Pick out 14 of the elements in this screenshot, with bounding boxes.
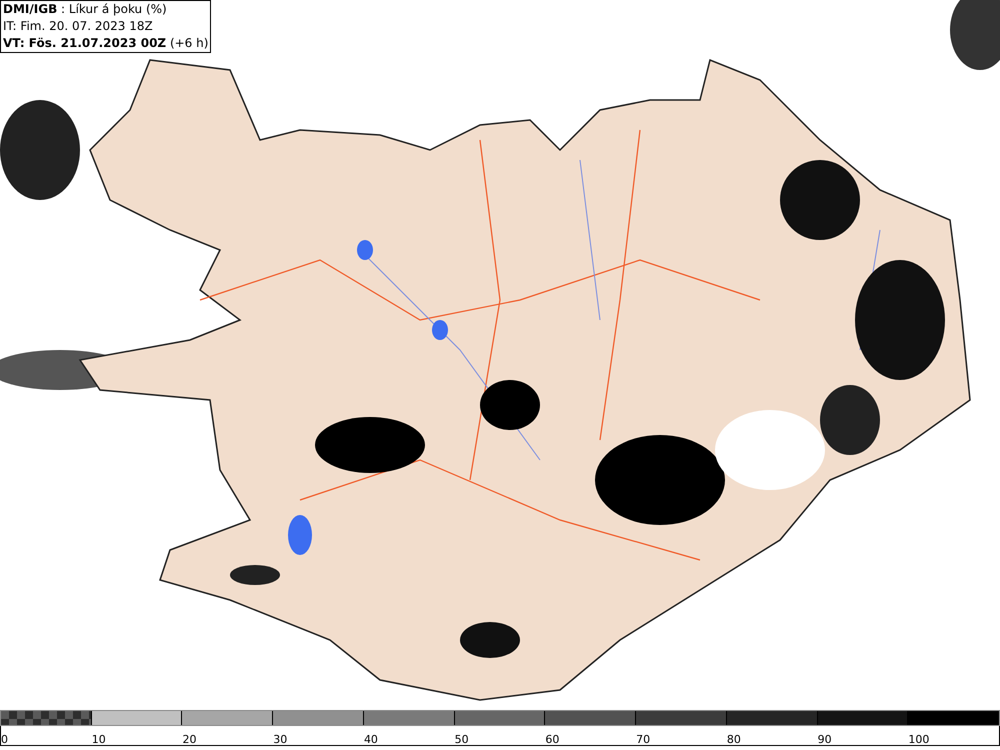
title-line: DMI/IGB : Líkur á þoku (%) (3, 1, 168, 18)
legend-label: 30 (273, 732, 288, 748)
title-line: IT: Fim. 20. 07. 2023 18Z (3, 18, 154, 35)
legend-label: 90 (818, 732, 832, 748)
legend-label: 70 (636, 732, 650, 748)
legend-label: 0 (1, 732, 8, 748)
legend-label: 20 (182, 732, 196, 748)
legend-label: 50 (454, 732, 469, 748)
legend-label: 100 (908, 732, 930, 748)
legend-label: 60 (545, 732, 560, 748)
title-line: VT: Fös. 21.07.2023 00Z (+6 h) (3, 35, 208, 52)
legend-label: 80 (726, 732, 741, 748)
legend-label: 10 (92, 732, 106, 748)
legend-label: 40 (364, 732, 378, 748)
